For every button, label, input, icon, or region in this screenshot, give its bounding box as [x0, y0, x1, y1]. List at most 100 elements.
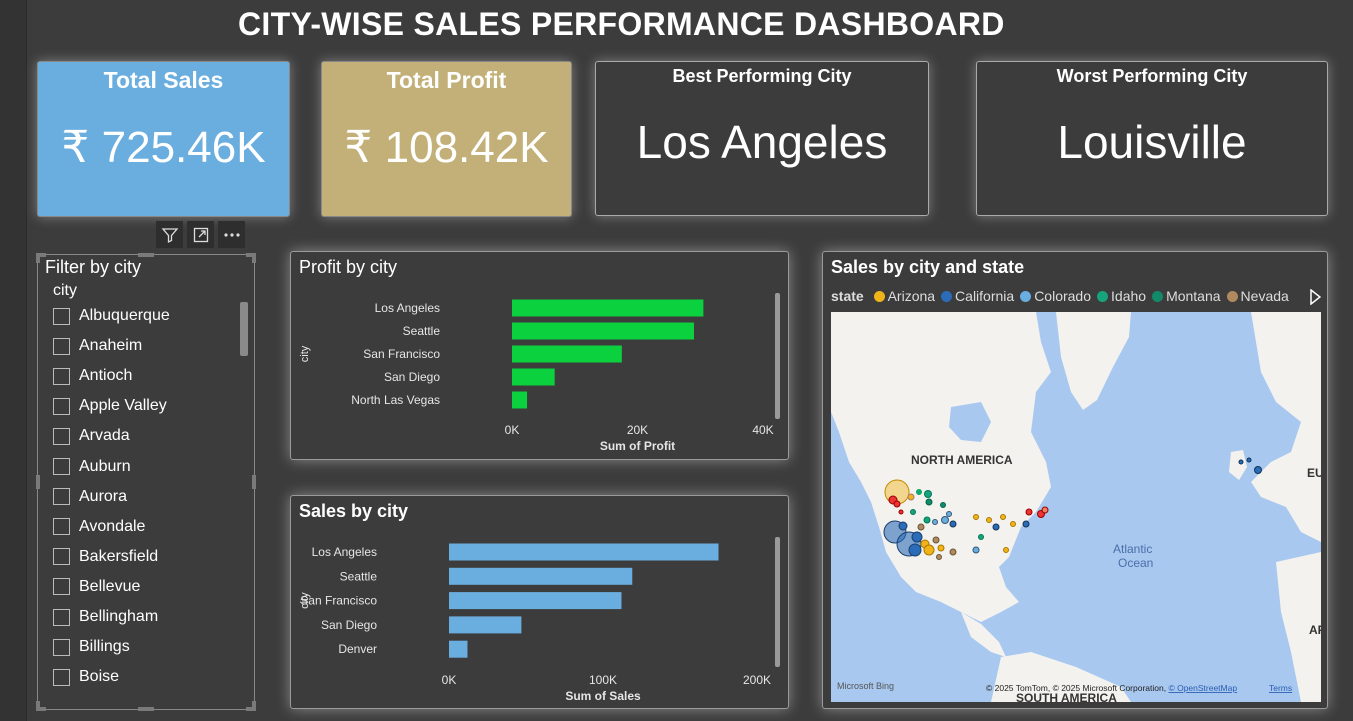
checkbox[interactable] [53, 488, 70, 506]
checkbox[interactable] [53, 458, 70, 475]
map-attribution: © 2025 TomTom, © 2025 Microsoft Corporat… [986, 683, 1237, 693]
checkbox[interactable] [53, 548, 70, 566]
slicer-item-label: Arvada [79, 427, 130, 445]
bar[interactable] [449, 543, 719, 561]
slicer-item[interactable]: Bellevue [53, 578, 140, 596]
slicer-item[interactable]: Bakersfield [53, 548, 158, 566]
legend-label: Nevada [1240, 288, 1289, 304]
bar[interactable] [512, 299, 704, 317]
slicer-item[interactable]: Auburn [53, 458, 131, 476]
chart-scrollbar[interactable] [775, 537, 780, 667]
bar[interactable] [449, 592, 622, 610]
checkbox[interactable] [53, 337, 70, 355]
legend-item[interactable]: Colorado [1020, 288, 1091, 304]
checkbox[interactable] [53, 668, 70, 686]
kpi-value: ₹ 108.42K [344, 123, 549, 172]
slicer-item[interactable]: Apple Valley [53, 397, 167, 415]
slicer-item-label: Albuquerque [79, 307, 170, 324]
profit-by-city-chart[interactable]: Profit by city Los Angeles Seattle San Fra… [290, 251, 789, 460]
slicer-item[interactable]: Billings [53, 638, 130, 656]
ocean-label-1: Atlantic [1113, 542, 1152, 556]
legend-dot-icon [873, 291, 885, 302]
filter-button[interactable] [156, 221, 183, 248]
focus-mode-button[interactable] [187, 221, 214, 248]
legend-dot-icon [1020, 291, 1032, 302]
slicer-item-label: Bakersfield [79, 547, 159, 565]
slicer-title: Filter by city [45, 257, 142, 277]
sales-map[interactable]: Sales by city and state state Arizona Cal… [822, 251, 1328, 709]
checkbox[interactable] [53, 578, 70, 596]
checkbox[interactable] [53, 638, 70, 656]
resize-handle[interactable] [252, 475, 256, 489]
checkbox[interactable] [53, 427, 70, 445]
resize-handle[interactable] [36, 475, 40, 489]
slicer-item[interactable]: Anaheim [53, 337, 142, 355]
slicer-item-label: Boise [79, 668, 120, 686]
slicer-item[interactable]: Avondale [53, 518, 145, 536]
slicer-item[interactable]: Aurora [53, 488, 127, 506]
resize-handle[interactable] [36, 253, 40, 263]
slicer-scrollbar[interactable] [240, 302, 248, 356]
best-city-card[interactable]: Best Performing City Los Angeles [595, 61, 929, 216]
tick-label: 40K [752, 423, 773, 437]
continent-label-na: NORTH AMERICA [911, 453, 1013, 467]
legend-item[interactable]: California [941, 288, 1014, 304]
legend-label: Arizona [887, 288, 936, 304]
more-options-button[interactable] [218, 221, 245, 248]
legend-dot-icon [1226, 291, 1238, 302]
legend-item[interactable]: Nevada [1226, 288, 1289, 304]
slicer-item[interactable]: Antioch [53, 367, 132, 385]
resize-handle[interactable] [252, 701, 256, 711]
checkbox[interactable] [53, 608, 70, 626]
resize-handle[interactable] [252, 253, 256, 263]
bar[interactable] [512, 345, 622, 363]
checkbox[interactable] [53, 397, 70, 415]
tick-label: 0K [505, 423, 520, 437]
bar[interactable] [512, 368, 555, 386]
kpi-value: Louisville [1057, 116, 1247, 168]
profit-chart-svg: Los Angeles Seattle San Francisco San Diego… [299, 299, 774, 453]
checkbox[interactable] [53, 367, 70, 385]
legend-item[interactable]: Montana [1152, 288, 1221, 304]
bar[interactable] [449, 640, 468, 658]
chart-scrollbar[interactable] [775, 293, 780, 419]
y-axis-label: city [299, 592, 311, 609]
legend-item[interactable]: Idaho [1097, 288, 1146, 304]
continent-label-af: AF [1309, 623, 1321, 637]
bar[interactable] [449, 616, 522, 634]
total-sales-card[interactable]: Total Sales ₹ 725.46K [37, 61, 290, 217]
slicer-item[interactable]: Bellingham [53, 608, 158, 626]
worst-city-card[interactable]: Worst Performing City Louisville [976, 61, 1328, 216]
legend-dot-icon [941, 291, 953, 302]
filter-icon [161, 227, 178, 243]
resize-handle[interactable] [138, 707, 154, 711]
resize-handle[interactable] [36, 701, 40, 711]
more-options-icon [223, 232, 240, 237]
city-slicer[interactable]: Filter by city city Albuquerque Anaheim An… [36, 253, 256, 711]
legend-label: Idaho [1111, 288, 1147, 304]
slicer-item[interactable]: Albuquerque [53, 307, 170, 325]
checkbox[interactable] [53, 307, 70, 325]
kpi-value: Los Angeles [636, 116, 888, 168]
kpi-label: Worst Performing City [1056, 66, 1248, 86]
slicer-item-label: Aurora [79, 487, 128, 505]
slicer-item-label: Antioch [79, 367, 133, 385]
terms-link[interactable]: Terms [1269, 683, 1292, 693]
bar[interactable] [512, 322, 694, 340]
map-legend: state Arizona California Colorado Idaho Mont… [831, 288, 1295, 304]
legend-next-icon[interactable] [1309, 289, 1321, 305]
slicer-item[interactable]: Boise [53, 668, 119, 686]
kpi-value: ₹ 725.46K [61, 123, 266, 172]
bar[interactable] [512, 391, 528, 409]
slicer-field-label: city [53, 282, 77, 299]
checkbox[interactable] [53, 518, 70, 536]
map-canvas[interactable]: NORTH AMERICA Atlantic Ocean SOUTH AMERI… [831, 312, 1321, 702]
slicer-item[interactable]: Arvada [53, 427, 130, 445]
total-profit-card[interactable]: Total Profit ₹ 108.42K [321, 61, 572, 217]
category-label: North Las Vegas [351, 393, 440, 407]
continent-label-eu: EU [1307, 466, 1321, 480]
legend-item[interactable]: Arizona [873, 288, 936, 304]
bar[interactable] [449, 567, 633, 585]
sales-by-city-chart[interactable]: Sales by city Los Angeles Seattle San Fran… [290, 495, 789, 709]
slicer-item-label: Apple Valley [79, 397, 167, 415]
